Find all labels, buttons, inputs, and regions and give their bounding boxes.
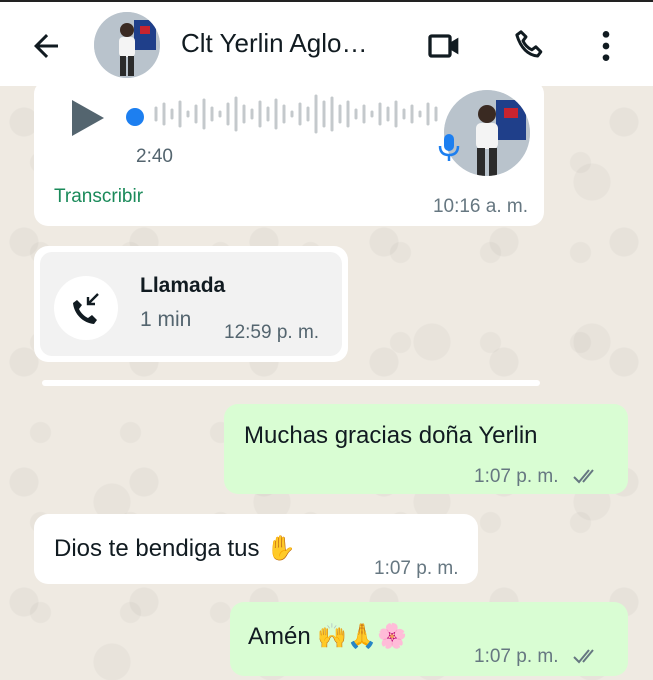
call-icon-circle [54,276,118,340]
outgoing-message-bubble[interactable]: Muchas gracias doña Yerlin 1:07 p. m. [224,404,628,494]
audio-waveform[interactable] [152,92,442,136]
microphone-icon [438,134,460,161]
read-receipt-icon [573,649,594,664]
video-call-icon[interactable] [425,26,465,66]
message-text: Dios te bendiga tus ✋ [54,535,297,562]
transcribe-link[interactable]: Transcribir [54,186,143,208]
message-timestamp: 1:07 p. m. [474,646,559,667]
call-timestamp: 12:59 p. m. [224,322,320,343]
playback-position-dot[interactable] [126,108,144,126]
call-log-card: Llamada 1 min 12:59 p. m. [40,252,342,356]
play-icon[interactable] [70,98,106,138]
message-text: Amén 🙌🙏🌸 [248,623,408,650]
contact-avatar[interactable] [94,12,160,78]
message-timestamp: 1:07 p. m. [474,466,559,487]
call-log-bubble[interactable]: Llamada 1 min 12:59 p. m. [34,246,348,362]
bubble-divider [42,380,540,386]
more-options-icon[interactable] [586,26,626,66]
incoming-message-bubble[interactable]: Dios te bendiga tus ✋ 1:07 p. m. [34,514,478,584]
phone-call-icon[interactable] [510,26,550,66]
read-receipt-icon [573,469,594,484]
chat-header: Clt Yerlin Aglo… [0,0,653,86]
voice-duration: 2:40 [136,146,173,167]
message-timestamp: 1:07 p. m. [374,558,459,579]
message-text: Muchas gracias doña Yerlin [244,422,538,449]
outgoing-message-bubble[interactable]: Amén 🙌🙏🌸 1:07 p. m. [230,602,628,676]
missed-incoming-call-icon [73,293,99,324]
contact-name[interactable]: Clt Yerlin Aglo… [181,28,367,59]
call-duration: 1 min [140,308,192,331]
call-title: Llamada [140,274,226,297]
voice-timestamp: 10:16 a. m. [432,196,528,217]
back-arrow-icon[interactable] [28,28,64,64]
voice-message-bubble[interactable]: 2:40 Transcribir 10:16 a. m. [34,80,544,226]
